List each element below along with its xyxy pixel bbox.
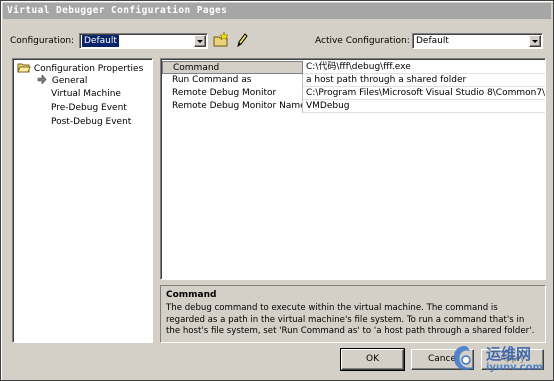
active-configuration-label: Active Configuration: bbox=[315, 36, 410, 46]
property-name: Run Command as bbox=[162, 74, 303, 87]
description-text: The debug command to execute within the … bbox=[166, 303, 535, 336]
configuration-label: Configuration: bbox=[10, 36, 75, 46]
tree-root-label: Configuration Properties bbox=[33, 64, 144, 74]
tree-item-general[interactable]: General bbox=[37, 74, 88, 87]
table-row[interactable]: Remote Debug Monitor C:\Program Files\Mi… bbox=[162, 87, 545, 100]
arrow-right-icon bbox=[37, 74, 47, 85]
window-title: Virtual Debugger Configuration Pages bbox=[3, 3, 551, 19]
watermark-swirl-icon bbox=[453, 346, 476, 371]
dialog-window: Virtual Debugger Configuration Pages Con… bbox=[0, 0, 554, 381]
configuration-select[interactable]: Default bbox=[79, 33, 208, 49]
chevron-down-icon[interactable] bbox=[529, 35, 541, 47]
chevron-down-icon[interactable] bbox=[194, 35, 206, 47]
active-configuration-value: Default bbox=[416, 36, 449, 46]
new-folder-icon[interactable] bbox=[212, 31, 230, 49]
folder-open-icon bbox=[17, 63, 31, 73]
tree-item-label: Post-Debug Event bbox=[51, 117, 132, 127]
tree-item-label: Pre-Debug Event bbox=[51, 103, 127, 113]
tree-root-item[interactable]: Configuration Properties bbox=[17, 62, 143, 75]
property-name: Command bbox=[162, 61, 303, 74]
tree-item-label: Virtual Machine bbox=[51, 89, 121, 99]
ok-button[interactable]: OK bbox=[340, 348, 405, 371]
description-title: Command bbox=[166, 290, 217, 300]
property-value[interactable]: C:\Program Files\Microsoft Visual Studio… bbox=[303, 87, 545, 100]
description-panel: Command The debug command to execute wit… bbox=[160, 285, 546, 343]
property-value[interactable]: a host path through a shared folder bbox=[303, 74, 545, 87]
table-row[interactable]: Command C:\代码\fff\debug\fff.exe bbox=[162, 61, 545, 74]
table-row[interactable]: Run Command as a host path through a sha… bbox=[162, 74, 545, 87]
active-configuration-select[interactable]: Default bbox=[412, 33, 543, 49]
watermark-url: iyunv.com bbox=[486, 362, 543, 373]
tree-item-virtual-machine[interactable]: Virtual Machine bbox=[51, 88, 121, 100]
settings-tree: Configuration Properties General Virtual… bbox=[12, 58, 153, 343]
table-row[interactable]: Remote Debug Monitor Name VMDebug bbox=[162, 100, 545, 113]
tree-item-pre-debug-event[interactable]: Pre-Debug Event bbox=[51, 102, 127, 114]
property-value[interactable]: C:\代码\fff\debug\fff.exe bbox=[303, 61, 545, 74]
watermark-logo: 运维网 iyunv.com bbox=[450, 343, 545, 375]
configuration-value: Default bbox=[82, 35, 119, 47]
tree-item-label: General bbox=[51, 76, 88, 86]
property-name: Remote Debug Monitor Name bbox=[162, 100, 303, 113]
rename-pencil-icon[interactable] bbox=[233, 31, 251, 49]
tree-item-post-debug-event[interactable]: Post-Debug Event bbox=[51, 116, 131, 128]
property-value[interactable]: VMDebug bbox=[303, 100, 545, 113]
watermark-text: 运维网 bbox=[486, 345, 532, 363]
property-name: Remote Debug Monitor bbox=[162, 87, 303, 100]
